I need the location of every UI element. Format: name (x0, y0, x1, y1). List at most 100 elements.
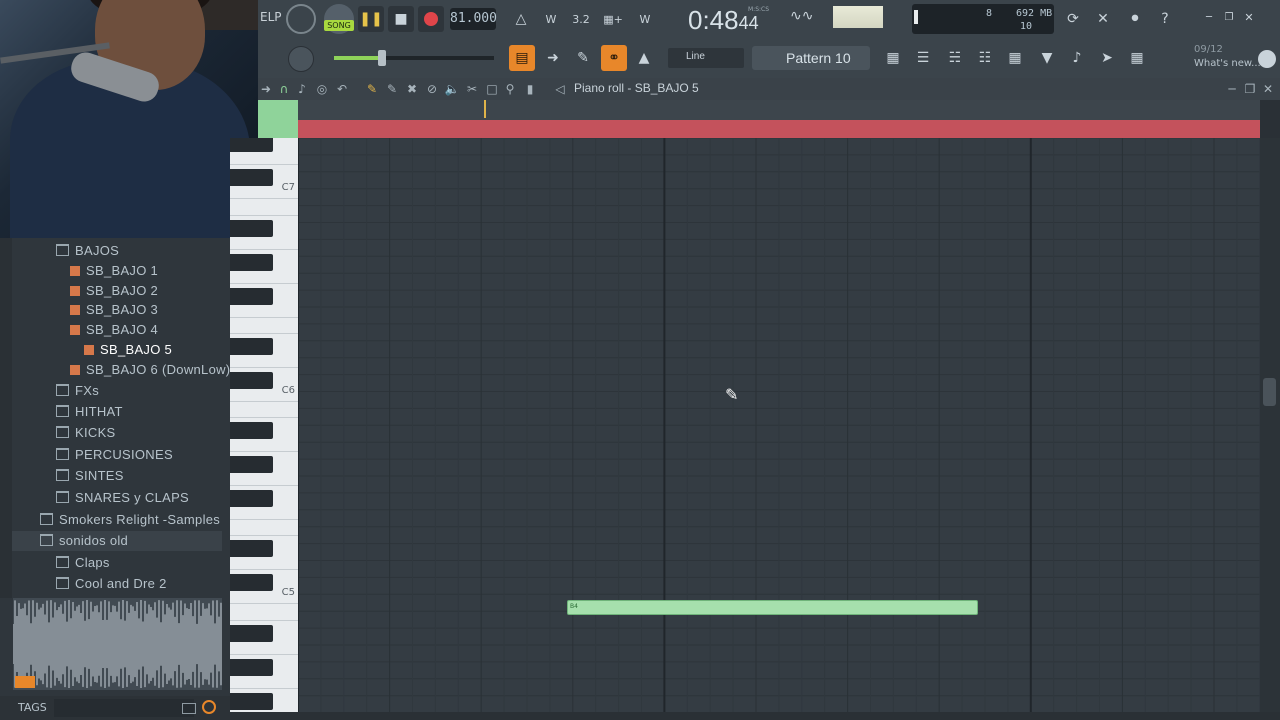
playback-tool-icon[interactable]: ▮ (522, 81, 538, 97)
browser-item[interactable]: Claps (56, 553, 110, 573)
stop-button[interactable]: ■ (388, 6, 414, 32)
black-key[interactable] (230, 372, 273, 390)
note-icon[interactable]: ♪ (294, 81, 310, 97)
undo-history-icon[interactable]: ⟳ (1060, 6, 1086, 32)
midi-note[interactable]: B4 (567, 600, 978, 615)
playhead-marker[interactable] (484, 100, 486, 118)
song-pattern-toggle[interactable]: SONG (324, 4, 354, 34)
news-panel[interactable]: 09/12 What's new... (1194, 42, 1280, 76)
black-key[interactable] (230, 287, 273, 305)
browser-item[interactable]: SB_BAJO 5 (84, 340, 172, 360)
loop-region-bar[interactable] (298, 120, 1260, 138)
browser-item[interactable]: FXs (56, 381, 99, 401)
countdown-icon[interactable]: 3.2 (568, 6, 594, 32)
help-icon[interactable]: ? (1152, 6, 1178, 32)
browser-icon[interactable]: ▦ (1002, 45, 1028, 71)
record-button[interactable] (418, 6, 444, 32)
mute-tool-icon[interactable]: 🔈 (444, 81, 460, 97)
slice-tool-icon[interactable]: ✂ (464, 81, 480, 97)
piano-roll-corner[interactable] (258, 100, 298, 138)
browser-item[interactable]: Smokers Relight -Samples (40, 510, 220, 530)
black-key[interactable] (230, 169, 273, 187)
playlist-icon[interactable]: ▦ (880, 45, 906, 71)
black-key[interactable] (230, 692, 273, 710)
magnet-icon[interactable]: ∩ (276, 81, 292, 97)
browser-item[interactable]: SB_BAJO 3 (70, 300, 158, 320)
note-grid[interactable] (298, 138, 1260, 712)
snap-selector[interactable]: Line (668, 48, 744, 68)
time-display[interactable]: 0:4844 M:S:CS (688, 2, 778, 38)
step-edit-icon[interactable]: ▦+ (600, 6, 626, 32)
browser-item[interactable]: KICKS (56, 423, 116, 443)
black-key[interactable] (230, 455, 273, 473)
zoom-tool-icon[interactable]: ⚲ (502, 81, 518, 97)
draw-tool-icon[interactable]: ✎ (364, 81, 380, 97)
cut-tools-icon[interactable]: ✕ (1090, 6, 1116, 32)
record-settings-icon[interactable]: ◎ (314, 81, 330, 97)
play-preview-icon[interactable] (15, 676, 35, 688)
folder-icon[interactable] (182, 703, 196, 714)
browser-item[interactable]: Cool and Dre 2 (56, 574, 167, 594)
window-close-icon[interactable]: ✕ (1260, 81, 1276, 97)
pattern-selector[interactable]: Pattern 10 (752, 46, 870, 70)
window-minimize-icon[interactable]: ─ (1224, 81, 1240, 97)
browser-item[interactable]: SB_BAJO 6 (DownLow) (70, 360, 230, 380)
black-key[interactable] (230, 138, 273, 153)
horizontal-scrollbar[interactable] (230, 712, 1280, 720)
options-icon[interactable]: ➜ (258, 81, 274, 97)
black-key[interactable] (230, 658, 273, 676)
browser-item[interactable]: SNARES y CLAPS (56, 488, 189, 508)
black-key[interactable] (230, 253, 273, 271)
channel-settings-icon[interactable]: ☷ (972, 45, 998, 71)
browser-item[interactable]: SB_BAJO 4 (70, 320, 158, 340)
minimize-icon[interactable]: ─ (1200, 8, 1218, 26)
window-restore-icon[interactable]: ❐ (1242, 81, 1258, 97)
piano-keyboard[interactable]: C7 C6 C5 (230, 138, 298, 712)
link-icon[interactable]: ⚭ (601, 45, 627, 71)
browser-item[interactable]: SB_BAJO 1 (70, 261, 158, 281)
stamp-icon[interactable]: ▲ (631, 45, 657, 71)
browser-item[interactable]: sonidos old (12, 531, 222, 551)
speaker-icon[interactable]: ◁ (552, 81, 568, 97)
browser-item[interactable]: SB_BAJO 2 (70, 281, 158, 301)
black-key[interactable] (230, 574, 273, 592)
undo-icon[interactable]: ↶ (334, 81, 350, 97)
restore-icon[interactable]: ❐ (1220, 8, 1238, 26)
timeline-ruler[interactable] (298, 100, 1260, 120)
plugin-icon[interactable]: ▼ (1034, 45, 1060, 71)
black-key[interactable] (230, 338, 273, 356)
tags-search-input[interactable] (54, 699, 194, 717)
loop-record-icon[interactable]: W (632, 6, 658, 32)
select-tool-icon[interactable]: □ (484, 81, 500, 97)
close-icon[interactable]: ✕ (1240, 8, 1258, 26)
browser-item[interactable]: SINTES (56, 466, 124, 486)
pause-button[interactable]: ❚❚ (358, 6, 384, 32)
pencil-tool-icon[interactable]: ✎ (570, 45, 596, 71)
piano-roll-icon[interactable]: ▤ (509, 45, 535, 71)
master-volume-thumb[interactable] (378, 50, 386, 66)
master-volume-slider[interactable] (334, 50, 494, 66)
black-key[interactable] (230, 489, 273, 507)
paint-tool-icon[interactable]: ✎ (384, 81, 400, 97)
sample-waveform-preview[interactable] (13, 598, 222, 690)
search-icon[interactable] (202, 700, 216, 714)
browser-item[interactable]: BAJOS (56, 241, 119, 261)
black-key[interactable] (230, 422, 273, 439)
erase-tool-icon[interactable]: ⊘ (424, 81, 440, 97)
black-key[interactable] (230, 220, 273, 237)
black-key[interactable] (230, 540, 273, 558)
tempo-display[interactable]: 81.000 (450, 8, 497, 30)
channel-rack-icon[interactable]: ☰ (910, 45, 936, 71)
vertical-scroll-thumb[interactable] (1263, 378, 1276, 406)
touch-keyboard-icon[interactable]: ➤ (1094, 45, 1120, 71)
browser-item[interactable]: PERCUSIONES (56, 445, 173, 465)
help-menu-label[interactable]: ELP (260, 10, 282, 24)
black-key[interactable] (230, 625, 273, 642)
microphone-icon[interactable]: ⚫ (1122, 6, 1148, 32)
arrow-icon[interactable]: ➜ (540, 45, 566, 71)
metronome-icon[interactable]: △ (508, 6, 534, 32)
mixer-icon[interactable]: ☵ (942, 45, 968, 71)
master-pitch-knob[interactable] (288, 46, 314, 72)
song-mode-button[interactable] (286, 4, 316, 34)
wait-input-icon[interactable]: W (538, 6, 564, 32)
